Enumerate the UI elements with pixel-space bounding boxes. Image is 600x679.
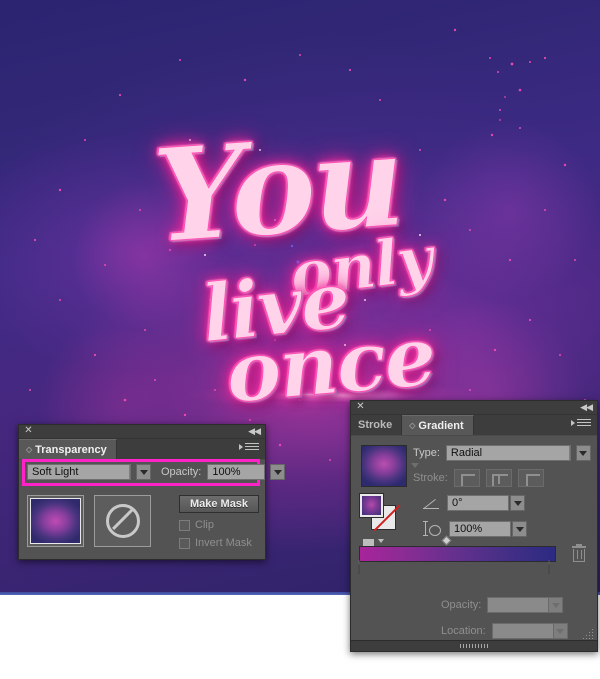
gradient-location-label: Location: <box>441 625 486 637</box>
panel-resize-grip-icon[interactable] <box>460 644 488 648</box>
gradient-slider[interactable] <box>359 546 556 562</box>
artwork-thumbnail[interactable] <box>27 495 84 547</box>
wordmark-line-1: You <box>149 105 407 273</box>
gradient-midpoint-handle[interactable] <box>441 535 452 546</box>
blend-mode-row: Soft Light Opacity: 100% <box>27 464 286 480</box>
blend-mode-select[interactable]: Soft Light <box>27 464 131 480</box>
chevron-down-icon <box>556 628 565 634</box>
gradient-type-dropdown-button[interactable] <box>575 445 591 461</box>
opacity-dropdown-button[interactable] <box>270 464 286 480</box>
panel-menu-icon[interactable] <box>239 443 259 454</box>
gradient-along-stroke-button[interactable] <box>485 469 512 487</box>
gradient-slider-area <box>358 535 589 574</box>
trash-icon[interactable] <box>571 544 587 563</box>
chevron-down-icon <box>513 500 522 506</box>
gradient-type-row: Type: Radial <box>413 445 591 461</box>
glow-blob <box>70 180 220 330</box>
gradient-panel-titlebar[interactable]: ✕ ◀◀ <box>351 401 597 415</box>
gradient-angle-dropdown-button[interactable] <box>510 495 525 511</box>
gradient-opacity-label: Opacity: <box>441 599 482 611</box>
tab-stroke[interactable]: Stroke <box>351 415 403 435</box>
tab-filler <box>473 415 597 435</box>
resize-grip[interactable] <box>583 628 594 639</box>
transparency-thumbnails <box>27 495 151 547</box>
opacity-input[interactable]: 100% <box>207 464 266 480</box>
clip-checkbox-row[interactable]: Clip <box>179 519 259 531</box>
angle-icon <box>423 497 439 509</box>
gradient-location-row: Location: <box>441 623 568 639</box>
gradient-aspect-ratio-dropdown-button[interactable] <box>512 521 527 537</box>
invert-mask-checkbox-row[interactable]: Invert Mask <box>179 537 259 549</box>
artwork-thumbnail-image <box>30 498 81 544</box>
gradient-angle-row: 0° <box>423 495 525 511</box>
collapse-icon[interactable]: ◀◀ <box>580 402 593 412</box>
wordmark: You only live once <box>149 105 440 422</box>
close-icon[interactable]: ✕ <box>356 402 365 412</box>
collapse-icon[interactable]: ◀◀ <box>248 426 261 436</box>
gradient-stop-end[interactable] <box>548 560 559 576</box>
gradient-type-value: Radial <box>450 447 483 459</box>
chevron-down-icon <box>273 469 282 475</box>
aspect-ratio-icon <box>423 521 441 537</box>
opacity-value: 100% <box>212 466 241 478</box>
gradient-opacity-dropdown-button <box>548 597 564 613</box>
opacity-label: Opacity: <box>161 466 202 478</box>
fill-gradient-swatch[interactable] <box>359 493 384 518</box>
dock-handle-icon: ◇ <box>26 444 33 454</box>
tab-gradient[interactable]: ◇ Gradient <box>402 415 474 435</box>
gradient-location-dropdown-button <box>552 623 568 639</box>
mask-thumbnail[interactable] <box>94 495 151 547</box>
close-icon[interactable]: ✕ <box>24 426 33 436</box>
transparency-panel-titlebar[interactable]: ✕ ◀◀ <box>19 425 265 439</box>
gradient-location-input[interactable] <box>491 623 554 639</box>
transparency-panel[interactable]: ✕ ◀◀ ◇ Transparency Soft Light Opacity: … <box>18 424 286 560</box>
fill-stroke-swatches[interactable] <box>359 493 401 532</box>
clip-checkbox[interactable] <box>179 519 190 531</box>
invert-mask-checkbox[interactable] <box>179 537 190 549</box>
gradient-angle-input[interactable]: 0° <box>447 495 509 511</box>
glow-blob <box>420 120 600 300</box>
clip-label: Clip <box>195 519 214 531</box>
lens-flare-core <box>245 390 375 399</box>
wordmark-line-2: only <box>286 221 437 312</box>
chevron-down-icon <box>515 526 524 532</box>
blend-mode-value: Soft Light <box>32 466 79 478</box>
tab-gradient-label: Gradient <box>418 419 464 432</box>
gradient-angle-value: 0° <box>452 497 463 509</box>
chevron-down-icon <box>139 469 148 475</box>
type-label: Type: <box>413 447 440 459</box>
gradient-opacity-input[interactable] <box>487 597 550 613</box>
gradient-aspect-ratio-input[interactable]: 100% <box>449 521 511 537</box>
gradient-stroke-row: Stroke: <box>413 469 544 487</box>
tab-filler <box>116 439 265 459</box>
gradient-aspect-ratio-row: 100% <box>423 521 527 537</box>
gradient-type-select[interactable]: Radial <box>445 445 571 461</box>
make-mask-button[interactable]: Make Mask <box>179 495 259 513</box>
gradient-aspect-ratio-value: 100% <box>454 523 483 535</box>
stroke-label: Stroke: <box>413 472 448 484</box>
no-mask-icon <box>105 504 140 538</box>
panel-menu-icon[interactable] <box>571 419 591 430</box>
gradient-presets-chevron-icon[interactable] <box>411 463 419 468</box>
chevron-down-icon <box>551 602 560 608</box>
transparency-tab-strip: ◇ Transparency <box>19 439 265 460</box>
invert-mask-label: Invert Mask <box>195 537 252 549</box>
gradient-within-stroke-button[interactable] <box>453 469 480 487</box>
wordmark-line-3: live <box>197 254 353 361</box>
gradient-stop-start[interactable] <box>358 560 369 576</box>
tab-transparency[interactable]: ◇ Transparency <box>19 439 117 459</box>
blend-mode-dropdown-button[interactable] <box>136 464 151 480</box>
gradient-panel-footer <box>351 640 597 651</box>
tab-transparency-label: Transparency <box>35 443 107 456</box>
gradient-tab-strip: Stroke ◇ Gradient <box>351 415 597 436</box>
transparency-mask-controls: Make Mask Clip Invert Mask <box>179 495 259 549</box>
chevron-down-icon <box>579 450 588 456</box>
gradient-panel[interactable]: ✕ ◀◀ Stroke ◇ Gradient Type: Radial Stro… <box>350 400 598 652</box>
tab-stroke-label: Stroke <box>358 419 393 431</box>
gradient-opacity-row: Opacity: <box>441 597 564 613</box>
gradient-preview-thumbnail[interactable] <box>361 445 407 487</box>
gradient-across-stroke-button[interactable] <box>517 469 544 487</box>
dock-handle-icon: ◇ <box>409 420 416 430</box>
